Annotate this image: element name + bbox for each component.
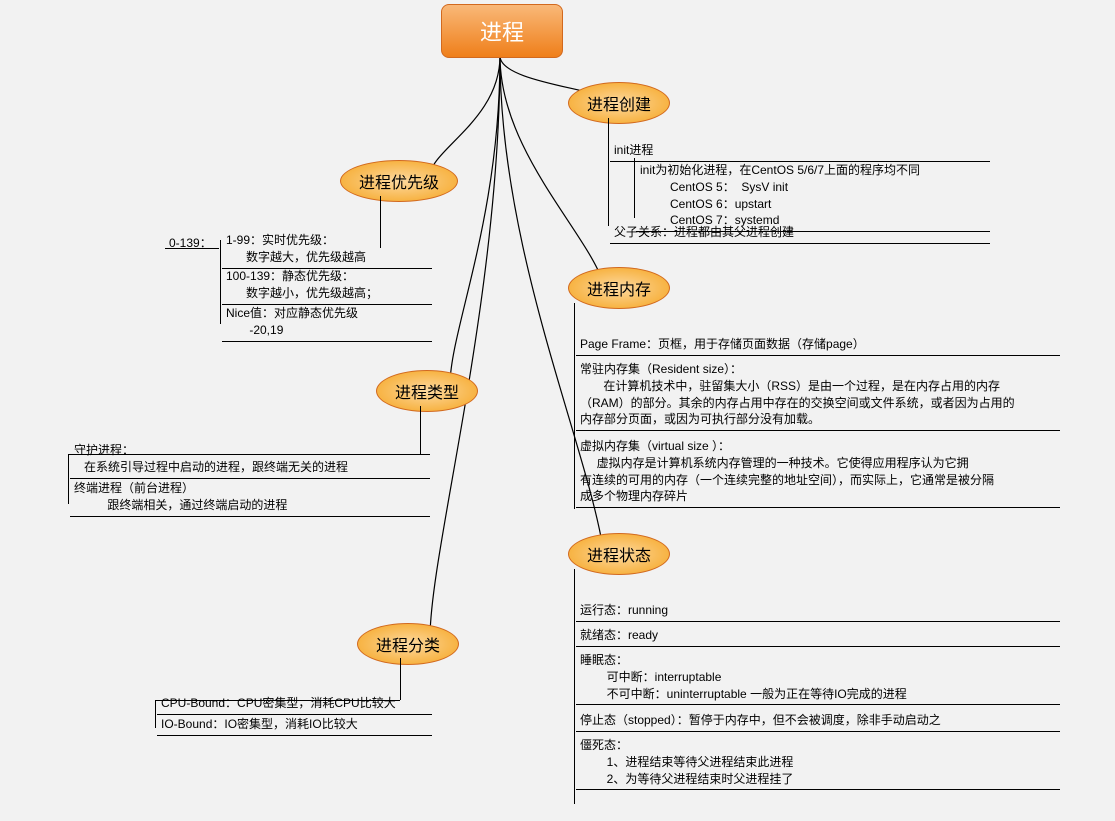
conn-priority-down: [380, 196, 381, 248]
conn-initdesc-v: [634, 158, 635, 218]
mindmap-canvas: 进程 进程优先级 0-139： 1-99：实时优先级： 数字越大，优先级越高 1…: [0, 0, 1115, 821]
branch-status[interactable]: 进程状态: [568, 533, 670, 575]
branch-type[interactable]: 进程类型: [376, 370, 478, 412]
status-stopped: 停止态（stopped）：暂停于内存中，但不会被调度，除非手动启动之: [576, 710, 1060, 732]
conn-classify-h: [155, 700, 400, 701]
vline-classify: [155, 700, 156, 728]
hline-priority: [165, 248, 219, 249]
branch-memory[interactable]: 进程内存: [568, 267, 670, 309]
status-sleep: 睡眠态： 可中断：interruptable 不可中断：uninterrupta…: [576, 650, 1060, 705]
status-zombie: 僵死态： 1、进程结束等待父进程结束此进程 2、为等待父进程结束时父进程挂了: [576, 735, 1060, 790]
type-leaf-1: 守护进程： 在系统引导过程中启动的进程，跟终端无关的进程: [70, 440, 430, 479]
create-parent: 父子关系：进程都由其父进程创建: [610, 222, 990, 244]
vline-priority: [220, 240, 221, 324]
memory-virtual: 虚拟内存集（virtual size ）： 虚拟内存是计算机系统内存管理的一种技…: [576, 436, 1060, 508]
branch-priority[interactable]: 进程优先级: [340, 160, 458, 202]
memory-pageframe: Page Frame：页框，用于存储页面数据（存储page）: [576, 334, 1060, 356]
conn-classify-down: [400, 658, 401, 700]
branch-classify[interactable]: 进程分类: [357, 623, 459, 665]
status-ready: 就绪态：ready: [576, 625, 1060, 647]
priority-range: 0-139：: [165, 233, 220, 254]
conn-memory-v: [574, 303, 575, 509]
branch-create[interactable]: 进程创建: [568, 82, 670, 124]
type-leaf-2: 终端进程（前台进程） 跟终端相关，通过终端启动的进程: [70, 478, 430, 517]
conn-status-v: [574, 569, 575, 804]
classify-leaf-2: IO-Bound：IO密集型，消耗IO比较大: [157, 714, 432, 736]
priority-leaf-1: 1-99：实时优先级： 数字越大，优先级越高: [222, 230, 432, 269]
root-node[interactable]: 进程: [441, 4, 563, 58]
priority-leaf-2: 100-139：静态优先级： 数字越小，优先级越高；: [222, 266, 432, 305]
vline-type: [68, 454, 69, 504]
priority-leaf-3: Nice值：对应静态优先级 -20,19: [222, 303, 432, 342]
classify-leaf-1: CPU-Bound：CPU密集型，消耗CPU比较大: [157, 693, 432, 715]
create-init: init进程: [610, 140, 990, 162]
memory-rss: 常驻内存集（Resident size）： 在计算机技术中，驻留集大小（RSS）…: [576, 359, 1060, 431]
conn-type-h: [68, 454, 430, 455]
status-running: 运行态：running: [576, 600, 1060, 622]
conn-create-v: [608, 118, 609, 226]
conn-type-down: [420, 406, 421, 454]
